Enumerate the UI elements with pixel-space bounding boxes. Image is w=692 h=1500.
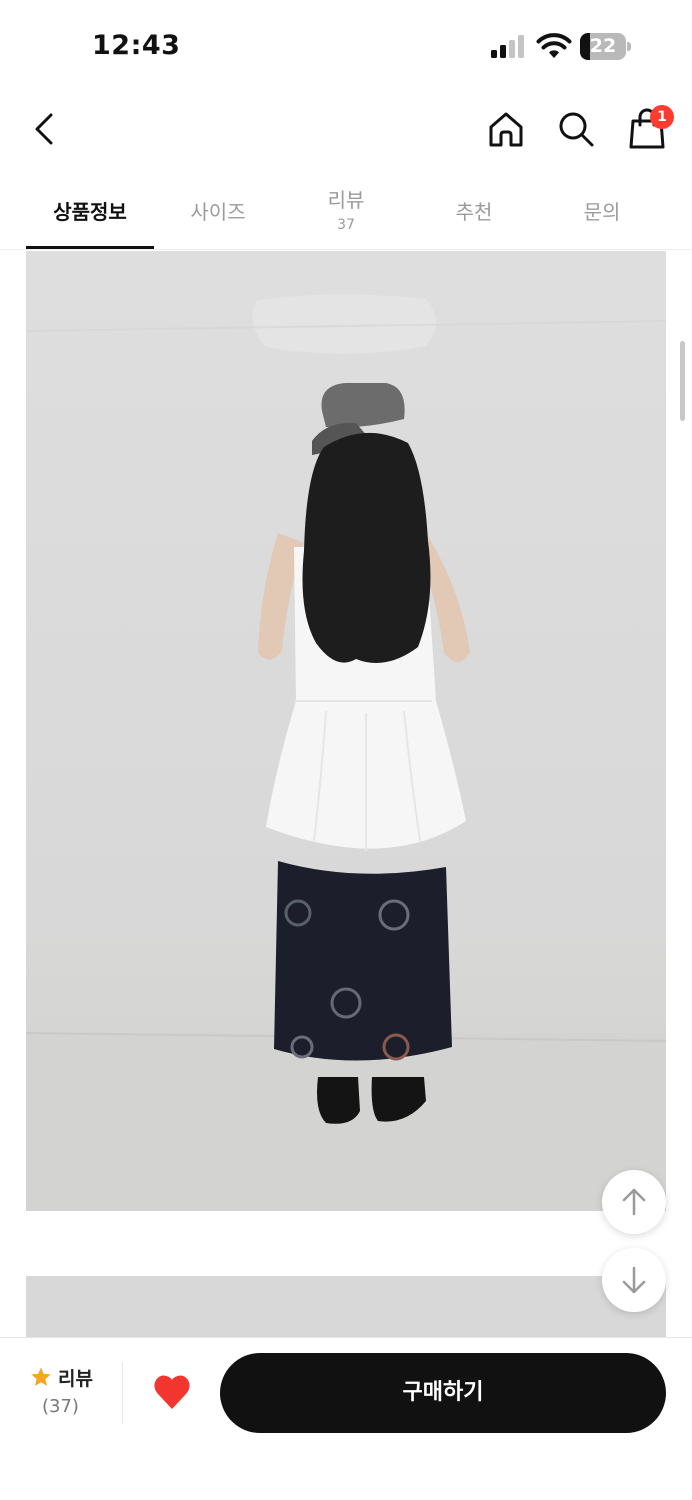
product-detail-content[interactable] (0, 251, 692, 1337)
scroll-bottom-button[interactable] (602, 1248, 666, 1312)
divider (122, 1362, 123, 1424)
tab-bar: 상품정보 사이즈 리뷰 37 추천 문의 (0, 170, 692, 250)
battery-icon: 22 (580, 33, 632, 60)
back-icon (35, 113, 53, 145)
tab-recommend[interactable]: 추천 (410, 170, 538, 250)
wishlist-button[interactable] (150, 1370, 194, 1414)
cart-badge: 1 (650, 105, 674, 129)
tab-inquiry[interactable]: 문의 (538, 170, 666, 250)
review-label: 리뷰 (58, 1368, 93, 1390)
status-time: 12:43 (92, 30, 181, 61)
header: 1 (0, 95, 692, 165)
product-photo (26, 1276, 666, 1337)
bottom-action-bar: 리뷰 (37) 구매하기 (0, 1337, 692, 1500)
scroll-top-button[interactable] (602, 1170, 666, 1234)
buy-button[interactable]: 구매하기 (220, 1353, 666, 1433)
tab-label: 추천 (455, 200, 493, 224)
scrollbar[interactable] (680, 341, 685, 421)
battery-level: 22 (589, 35, 617, 57)
product-photo-illustration (26, 294, 666, 1211)
tab-review[interactable]: 리뷰 37 (282, 170, 410, 250)
active-tab-indicator (26, 246, 154, 249)
tab-label: 문의 (583, 200, 621, 224)
product-photo (26, 251, 666, 1211)
search-button[interactable] (554, 107, 598, 151)
review-count: (37) (42, 1396, 79, 1417)
home-button[interactable] (484, 107, 528, 151)
heart-icon (154, 1375, 190, 1409)
tab-label: 사이즈 (190, 200, 246, 224)
tab-review-count: 37 (337, 217, 355, 233)
tab-product-info[interactable]: 상품정보 (26, 170, 154, 250)
review-summary[interactable]: 리뷰 (37) (20, 1362, 110, 1432)
signal-icon (491, 35, 524, 58)
wifi-icon (536, 33, 572, 58)
tab-label: 상품정보 (53, 200, 127, 224)
star-icon (31, 1367, 51, 1386)
back-button[interactable] (24, 107, 68, 151)
home-icon (489, 112, 523, 147)
arrow-up-icon (622, 1188, 646, 1216)
tab-size[interactable]: 사이즈 (154, 170, 282, 250)
status-bar: 12:43 22 (0, 0, 692, 90)
tab-label: 리뷰 (327, 188, 365, 212)
search-icon (559, 112, 594, 147)
arrow-down-icon (622, 1266, 646, 1294)
cart-button[interactable]: 1 (624, 105, 674, 151)
